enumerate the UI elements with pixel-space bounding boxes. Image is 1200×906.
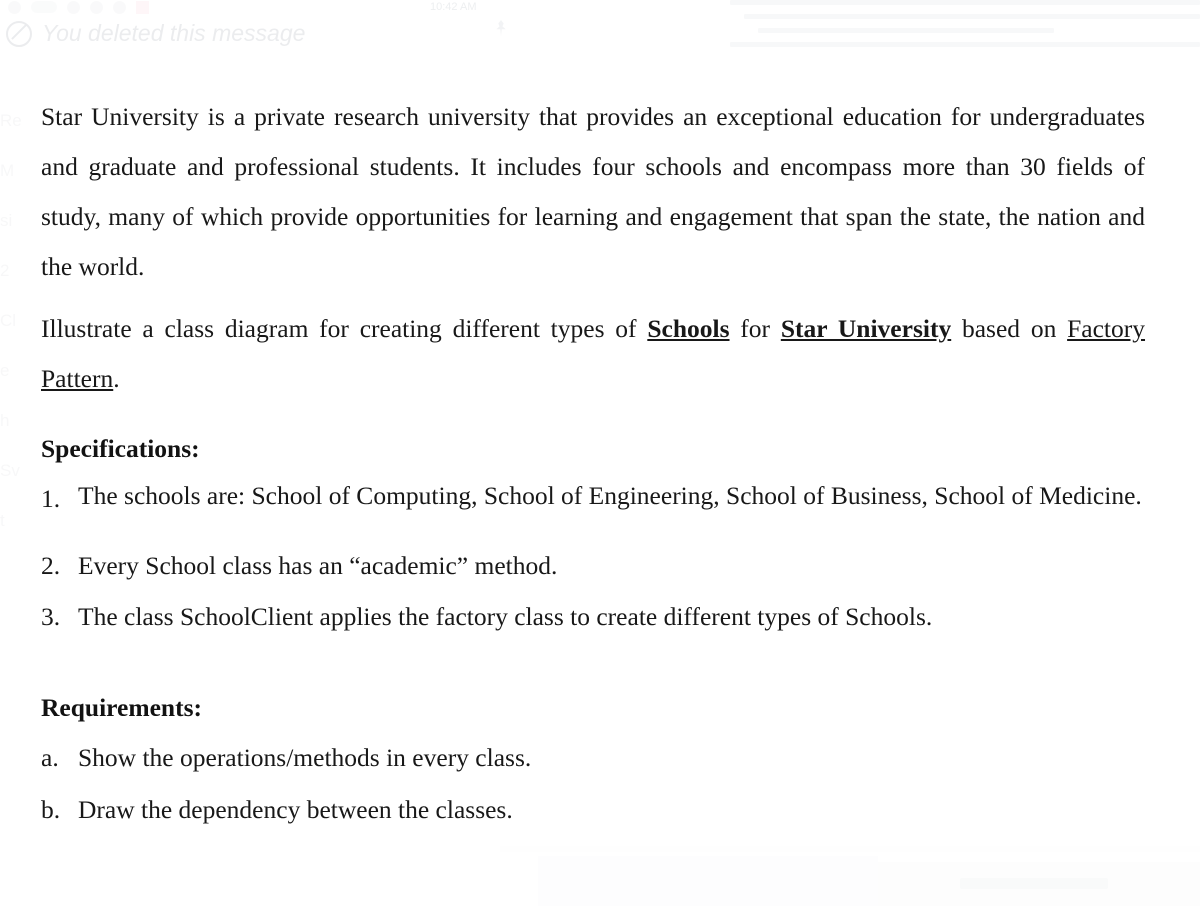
list-marker: b.	[41, 795, 61, 824]
specifications-heading: Specifications:	[41, 434, 200, 463]
list-item-text: The schools are: School of Computing, Sc…	[78, 481, 1142, 510]
requirements-heading: Requirements:	[41, 693, 203, 722]
specifications-list: 1. The schools are: School of Computing,…	[41, 474, 1151, 642]
emphasis-schools: Schools	[647, 313, 730, 343]
list-item-text: Show the operations/methods in every cla…	[78, 743, 532, 772]
list-item: 3. The class SchoolClient applies the fa…	[41, 592, 1151, 642]
document-body: Star University is a private research un…	[0, 0, 1200, 906]
intro-paragraph: Star University is a private research un…	[41, 101, 1145, 281]
illustrate-text-part-1: Illustrate a class diagram for creating …	[41, 313, 648, 343]
list-item: b. Draw the dependency between the class…	[41, 785, 1151, 835]
illustrate-paragraph: Illustrate a class diagram for creating …	[41, 304, 1145, 404]
list-item: 1. The schools are: School of Computing,…	[41, 474, 1151, 524]
list-item-text: The class SchoolClient applies the facto…	[78, 602, 933, 631]
requirements-list: a. Show the operations/methods in every …	[41, 733, 1151, 835]
list-marker: a.	[41, 743, 59, 772]
list-marker: 1.	[41, 484, 61, 513]
list-item-text: Draw the dependency between the classes.	[78, 795, 513, 824]
list-item: a. Show the operations/methods in every …	[41, 733, 1151, 783]
emphasis-star-university: Star University	[780, 313, 952, 343]
list-marker: 2.	[41, 551, 61, 580]
illustrate-text-part-4: .	[113, 363, 120, 393]
illustrate-text-part-3: based on	[951, 313, 1068, 343]
list-item-text: Every School class has an “academic” met…	[78, 551, 558, 580]
illustrate-text-part-2: for	[729, 313, 781, 343]
list-marker: 3.	[41, 602, 61, 631]
list-item: 2. Every School class has an “academic” …	[41, 541, 1151, 591]
